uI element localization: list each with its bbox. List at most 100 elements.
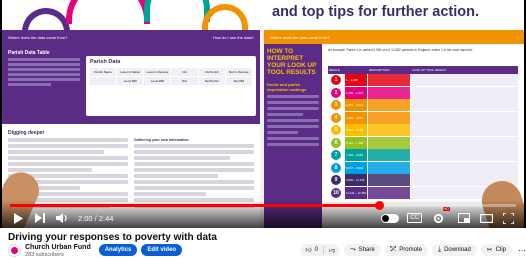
autoplay-toggle[interactable]: [381, 213, 400, 223]
decile-number: 8: [331, 162, 341, 173]
clip-icon: ✂: [486, 247, 493, 254]
video-player[interactable]: and top tips for further action. Where d…: [0, 0, 526, 228]
share-button[interactable]: ⤳ Share: [344, 244, 381, 256]
progress-fill: [10, 204, 380, 207]
rank-range: 7,429 – 8,666: [345, 149, 367, 161]
decile-number: 5: [331, 125, 341, 135]
result-cell: [411, 99, 518, 111]
rank-range: 6,191 – 7,428: [345, 136, 367, 149]
gear-icon[interactable]: HD: [430, 207, 450, 226]
description-cell: [368, 186, 410, 199]
rank-range: 8,667 – 9,904: [345, 161, 367, 174]
decile-number: 1: [331, 75, 341, 85]
thumbs-down-icon: 👎︎: [328, 248, 336, 254]
grid-value: Ref: [171, 77, 198, 85]
like-count: 0: [314, 247, 318, 253]
progress-bar[interactable]: [10, 201, 516, 210]
table-row: 5 4,953 – 6,190: [328, 124, 518, 137]
rank-range: 2,477 – 3,714: [345, 99, 367, 111]
download-icon: ⤓: [437, 246, 442, 253]
table-header: DESCRIPTION: [369, 68, 390, 72]
table-header: DECILE: [329, 68, 340, 72]
table-header: [346, 68, 368, 72]
rank-range: 3,715 – 4,952: [345, 111, 367, 124]
subscriber-count: 283 subscribers: [25, 252, 64, 258]
parish-data-heading: Parish Data Table: [8, 50, 50, 56]
video-headline: and top tips for further action.: [272, 4, 480, 20]
share-icon: ⤳: [350, 246, 356, 253]
edit-video-button[interactable]: Edit video: [141, 244, 183, 256]
description-cell: [368, 74, 410, 86]
description-cell: [368, 111, 410, 124]
description-cell: [368, 161, 410, 174]
rank-range: 11,144 – 12,382: [345, 186, 367, 199]
decile-number: 4: [331, 112, 341, 123]
table-row: 8 8,667 – 9,904: [328, 161, 518, 174]
video-title: Driving your responses to poverty with d…: [8, 232, 217, 243]
left-page-strip: Where does the data come from? How do I …: [2, 30, 260, 44]
analytics-button[interactable]: Analytics: [98, 244, 138, 256]
decile-number: 2: [331, 87, 341, 98]
rank-range: 1,239 – 2,476: [345, 86, 367, 99]
table-row: 6 6,191 – 7,428: [328, 136, 518, 149]
grid-header: Cls Perish: [198, 68, 225, 76]
result-cell: [411, 86, 518, 99]
table-header: LOOK UP TOOL RESULT: [412, 68, 447, 72]
decile-number: 6: [331, 137, 341, 148]
player-controls: 2:00 / 2:44 CC HD: [10, 207, 516, 226]
next-icon[interactable]: [32, 210, 48, 226]
captions-button[interactable]: CC: [407, 213, 422, 223]
grid-header: Level in Diocese: [144, 68, 171, 76]
avatar[interactable]: [8, 244, 21, 257]
description-cell: [368, 174, 410, 186]
grid-value: [90, 77, 117, 85]
channel-name[interactable]: Church Urban Fund: [25, 244, 91, 252]
download-label: Download: [444, 247, 471, 253]
logo-icon: [11, 247, 18, 254]
volume-icon[interactable]: [54, 210, 70, 226]
miniplayer-icon[interactable]: [456, 210, 472, 226]
thumbs-up-icon: 👍︎: [305, 248, 312, 254]
lookup-results-table: DECILE DESCRIPTION LOOK UP TOOL RESULT 1…: [328, 66, 518, 199]
channel-row: Church Urban Fund 283 subscribers Analyt…: [8, 244, 526, 259]
table-rows: 1 1 – 1,238 2 1,239 – 2,476 3 2,477 – 3,714 4 3…: [328, 74, 518, 199]
grid-value: Ref Perish: [198, 77, 225, 85]
left-document-page: Where does the data come from? How do I …: [2, 30, 260, 228]
lookup-intro-text: An example: Parish X is ranked 2,000 out…: [328, 48, 474, 52]
play-icon[interactable]: [10, 210, 26, 226]
decorative-arc: [144, 0, 210, 22]
promote-button[interactable]: ⤱ Promote: [384, 244, 428, 256]
decile-number: 7: [331, 150, 341, 160]
parish-data-card-title: Parish Data: [90, 59, 121, 65]
gathering-info-title: Gathering your own information: [134, 138, 189, 142]
strip-right-label: How do I use the data?: [212, 35, 254, 40]
rank-range: 1 – 1,238: [345, 74, 367, 86]
result-cell: [411, 161, 518, 174]
description-cell: [368, 124, 410, 136]
strip-left-label: Where does the data come from?: [8, 35, 68, 40]
grid-header: Ref in Diocese: [225, 68, 252, 76]
grid-header: Parish Name: [90, 68, 117, 76]
grid-header: Cls: [171, 68, 198, 76]
clip-label: Clip: [495, 247, 506, 253]
decile-number: 9: [331, 175, 341, 185]
dislike-button[interactable]: 👎︎: [324, 244, 340, 256]
right-page-strip: Where does the data come from?: [264, 30, 524, 44]
result-cell: [411, 74, 518, 86]
more-icon[interactable]: ⋯: [518, 246, 526, 255]
theater-icon[interactable]: [478, 210, 494, 226]
clip-button[interactable]: ✂ Clip: [480, 244, 512, 256]
video-frame[interactable]: and top tips for further action. Where d…: [2, 0, 524, 228]
download-button[interactable]: ⤓ Download: [431, 244, 477, 256]
time-display: 2:00 / 2:44: [78, 213, 114, 223]
like-button[interactable]: 👍︎ 0: [300, 244, 323, 256]
sidebar-text-lines: [267, 95, 319, 146]
fullscreen-icon[interactable]: [500, 210, 516, 226]
grid-header: Level in Nation: [117, 68, 144, 76]
decile-number: 3: [331, 100, 341, 110]
parish-data-grid: Parish Name Level in Nation Level in Dio…: [90, 68, 252, 85]
grid-value: Level ###: [117, 77, 144, 85]
table-row: 4 3,715 – 4,952: [328, 111, 518, 124]
table-row: 2 1,239 – 2,476: [328, 86, 518, 99]
parish-data-card: Parish Data Parish Name Level in Nation …: [86, 56, 256, 116]
